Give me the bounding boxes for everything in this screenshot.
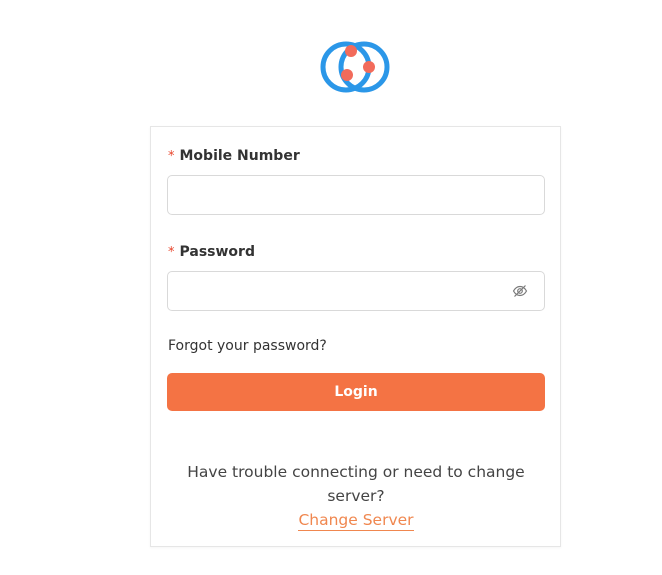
login-page: * Mobile Number * Password Forgot your pas… (0, 0, 662, 575)
change-server-wrapper: Change Server (167, 508, 545, 532)
login-card: * Mobile Number * Password Forgot your pas… (150, 126, 561, 547)
required-marker: * (168, 245, 175, 260)
password-label: * Password (168, 243, 255, 262)
forgot-password-link[interactable]: Forgot your password? (168, 337, 327, 355)
trouble-connecting-text: Have trouble connecting or need to chang… (187, 463, 525, 505)
mobile-number-label: * Mobile Number (168, 147, 300, 166)
password-label-text: Password (179, 244, 255, 260)
required-marker: * (168, 149, 175, 164)
password-input[interactable] (167, 271, 545, 311)
login-button[interactable]: Login (167, 373, 545, 411)
mobile-number-label-text: Mobile Number (179, 148, 300, 164)
change-server-link[interactable]: Change Server (298, 511, 414, 531)
eye-off-icon[interactable] (512, 283, 528, 299)
app-logo-icon (320, 41, 390, 93)
mobile-number-input[interactable] (167, 175, 545, 215)
